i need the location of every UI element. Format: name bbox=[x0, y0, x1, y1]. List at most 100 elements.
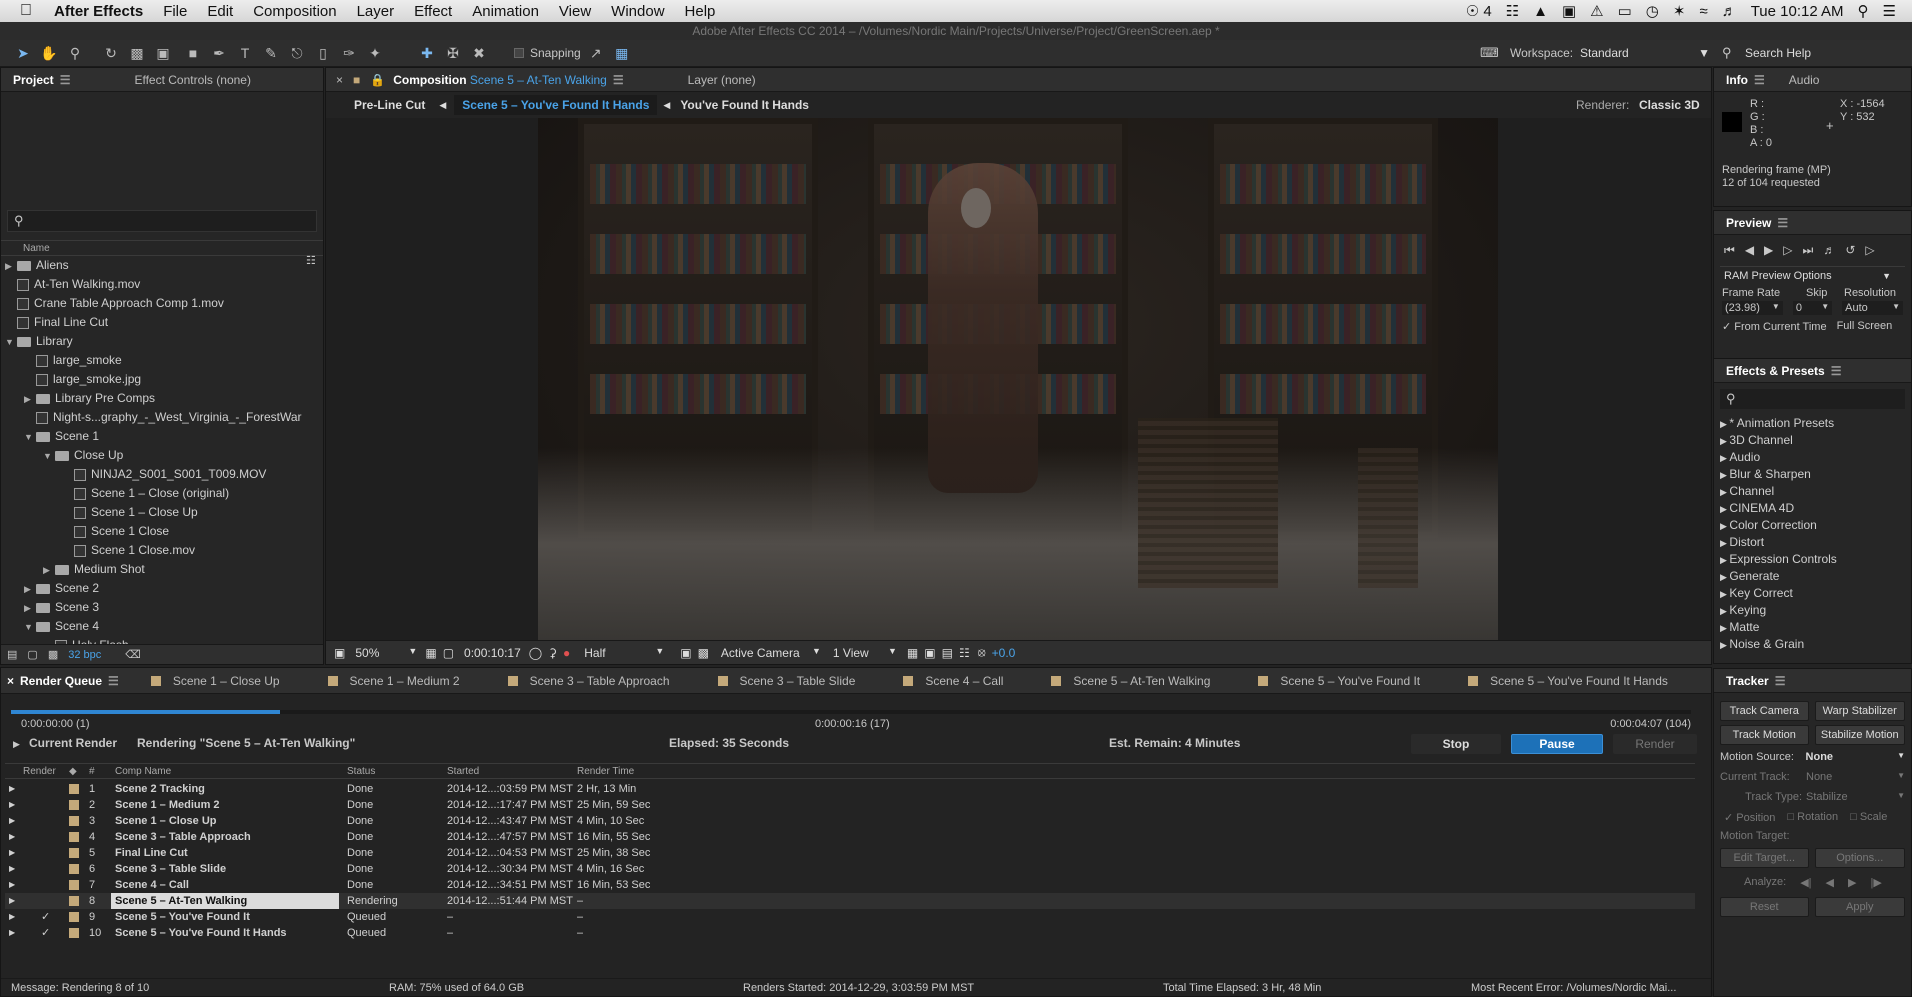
warning-icon[interactable]: ⚠ bbox=[1590, 2, 1603, 20]
tab-effects-presets[interactable]: Effects & Presets ☰ bbox=[1714, 359, 1853, 383]
brush-tool-icon[interactable]: ✎ bbox=[260, 43, 282, 63]
effects-category[interactable]: ▶ Generate bbox=[1720, 568, 1911, 585]
local-axis-icon[interactable]: ✚ bbox=[416, 43, 438, 63]
render-checkbox[interactable]: ✓ bbox=[41, 925, 50, 941]
tab-timeline[interactable]: Scene 5 – At-Ten Walking bbox=[1029, 669, 1236, 693]
expand-arrow-icon[interactable]: ▶ bbox=[1720, 470, 1729, 480]
project-item[interactable]: Scene 1 Close bbox=[5, 522, 323, 541]
expand-arrow-icon[interactable]: ▶ bbox=[1720, 555, 1729, 565]
close-icon[interactable]: × bbox=[7, 674, 14, 688]
effects-category[interactable]: ▶ Expression Controls bbox=[1720, 551, 1911, 568]
tab-audio[interactable]: Audio bbox=[1777, 68, 1832, 92]
menu-view[interactable]: View bbox=[549, 3, 601, 20]
footer-recent-error[interactable]: Most Recent Error: /Volumes/Nordic Mai..… bbox=[1471, 982, 1707, 994]
mute-icon[interactable]: ♬ bbox=[1823, 243, 1835, 258]
expand-arrow-icon[interactable]: ▶ bbox=[1720, 640, 1729, 650]
render-queue-row[interactable]: ▶ 3 Scene 1 – Close Up Done 2014-12...:43:47… bbox=[5, 813, 1695, 829]
tab-timeline[interactable]: Scene 3 – Table Approach bbox=[486, 669, 696, 693]
resolution-select[interactable]: Half ▼ bbox=[584, 646, 664, 660]
expand-arrow-icon[interactable]: ▶ bbox=[1720, 487, 1729, 497]
project-item[interactable]: Crane Table Approach Comp 1.mov bbox=[5, 294, 323, 313]
project-item[interactable]: ▶ Scene 2 bbox=[5, 579, 323, 598]
options-button[interactable]: Options... bbox=[1814, 848, 1905, 868]
menu-animation[interactable]: Animation bbox=[462, 3, 549, 20]
project-item[interactable]: large_smoke bbox=[5, 351, 323, 370]
selection-tool-icon[interactable]: ➤ bbox=[12, 43, 34, 63]
bluetooth-icon[interactable]: ✶ bbox=[1673, 2, 1686, 20]
effects-category[interactable]: ▶ Distort bbox=[1720, 534, 1911, 551]
view-axis-icon[interactable]: ✖ bbox=[468, 43, 490, 63]
toggle-pixel-aspect-icon[interactable]: ▦ bbox=[907, 646, 918, 660]
expand-arrow-icon[interactable]: ▶ bbox=[9, 845, 15, 861]
play-icon[interactable]: ▶ bbox=[1764, 243, 1773, 258]
tab-timeline[interactable]: Scene 4 – Call bbox=[881, 669, 1029, 693]
ram-preview-icon[interactable]: ▷ bbox=[1865, 243, 1874, 258]
position-checkbox[interactable]: ✓ Position bbox=[1724, 811, 1775, 824]
app-menu[interactable]: After Effects bbox=[44, 3, 153, 20]
menu-help[interactable]: Help bbox=[675, 3, 726, 20]
render-queue-row[interactable]: ▶ ✓ 10 Scene 5 – You've Found It Hands Queue… bbox=[5, 925, 1695, 941]
flowchart-icon[interactable]: ☷ bbox=[306, 254, 316, 267]
effects-category[interactable]: ▶ Noise & Grain bbox=[1720, 636, 1911, 653]
tab-render-queue[interactable]: × Render Queue ☰ bbox=[1, 669, 129, 693]
project-item[interactable]: At-Ten Walking.mov bbox=[5, 275, 323, 294]
expand-arrow-icon[interactable]: ▶ bbox=[9, 861, 15, 877]
expand-arrow-icon[interactable]: ▼ bbox=[24, 428, 36, 447]
col-render[interactable]: Render bbox=[23, 764, 56, 779]
expand-arrow-icon[interactable]: ▶ bbox=[1720, 589, 1729, 599]
menu-composition[interactable]: Composition bbox=[243, 3, 346, 20]
analyze-backward-icon[interactable]: ◀ bbox=[1826, 876, 1834, 889]
expand-arrow-icon[interactable]: ▶ bbox=[9, 829, 15, 845]
workspace-select[interactable]: Standard ▼ bbox=[1580, 46, 1710, 60]
col-comp-name[interactable]: Comp Name bbox=[115, 764, 171, 779]
current-track-select[interactable]: None ▼ bbox=[1806, 771, 1905, 783]
loop-icon[interactable]: ↺ bbox=[1845, 243, 1855, 258]
apple-icon[interactable]:  bbox=[0, 2, 44, 20]
expand-arrow-icon[interactable]: ▶ bbox=[1720, 623, 1729, 633]
effects-category[interactable]: ▶ Key Correct bbox=[1720, 585, 1911, 602]
panel-menu-icon[interactable]: ☰ bbox=[60, 73, 71, 87]
expand-arrow-icon[interactable]: ▶ bbox=[9, 877, 15, 893]
motion-source-select[interactable]: None ▼ bbox=[1806, 751, 1905, 763]
resolution-select[interactable]: Auto ▼ bbox=[1842, 301, 1903, 315]
project-item[interactable]: Scene 1 – Close (original) bbox=[5, 484, 323, 503]
renderer-value[interactable]: Classic 3D bbox=[1639, 98, 1700, 112]
effects-category[interactable]: ▶ 3D Channel bbox=[1720, 432, 1911, 449]
expand-arrow-icon[interactable]: ▶ bbox=[9, 781, 15, 797]
project-item[interactable]: ▼ Library bbox=[5, 332, 323, 351]
expand-arrow-icon[interactable]: ▶ bbox=[1720, 436, 1729, 446]
project-item[interactable]: ▶ Aliens bbox=[5, 256, 323, 275]
expand-arrow-icon[interactable]: ▶ bbox=[13, 739, 20, 749]
tab-project[interactable]: Project ☰ bbox=[1, 68, 82, 92]
hand-tool-icon[interactable]: ✋ bbox=[38, 43, 60, 63]
project-item[interactable]: ▶ Scene 3 bbox=[5, 598, 323, 617]
render-queue-row[interactable]: ▶ 2 Scene 1 – Medium 2 Done 2014-12...:17:47… bbox=[5, 797, 1695, 813]
expand-arrow-icon[interactable]: ▶ bbox=[9, 925, 15, 941]
render-checkbox[interactable]: ✓ bbox=[41, 909, 50, 925]
analyze-forward-icon[interactable]: ▶ bbox=[1848, 876, 1856, 889]
expand-arrow-icon[interactable]: ▶ bbox=[24, 580, 36, 599]
next-frame-icon[interactable]: ▷ bbox=[1783, 243, 1792, 258]
apply-button[interactable]: Apply bbox=[1814, 897, 1905, 917]
menu-layer[interactable]: Layer bbox=[347, 3, 405, 20]
toggle-viewer-lock-icon[interactable]: ▣ bbox=[924, 646, 935, 660]
menu-file[interactable]: File bbox=[153, 3, 197, 20]
project-item[interactable]: ▶ Medium Shot bbox=[5, 560, 323, 579]
panel-menu-icon[interactable]: ☰ bbox=[1777, 216, 1788, 230]
expand-arrow-icon[interactable]: ▶ bbox=[1720, 521, 1729, 531]
roto-brush-tool-icon[interactable]: ✑ bbox=[338, 43, 360, 63]
menu-window[interactable]: Window bbox=[601, 3, 674, 20]
stabilize-motion-button[interactable]: Stabilize Motion bbox=[1814, 725, 1905, 745]
analyze-forward-one-icon[interactable]: |▶ bbox=[1870, 876, 1881, 889]
skip-select[interactable]: 0 ▼ bbox=[1792, 301, 1833, 315]
effects-category[interactable]: ▶ Matte bbox=[1720, 619, 1911, 636]
mask-toggle-icon[interactable]: ▢ bbox=[443, 646, 454, 660]
panel-menu-icon[interactable]: ☰ bbox=[1831, 364, 1842, 378]
region-of-interest-icon[interactable]: ▣ bbox=[334, 646, 345, 660]
effects-search[interactable]: ⚲ bbox=[1720, 389, 1905, 409]
expand-arrow-icon[interactable]: ▶ bbox=[24, 390, 36, 409]
type-tool-icon[interactable]: T bbox=[234, 43, 256, 63]
expand-arrow-icon[interactable]: ▶ bbox=[1720, 453, 1729, 463]
eraser-tool-icon[interactable]: ▯ bbox=[312, 43, 334, 63]
timeline-icon[interactable]: ▤ bbox=[942, 646, 953, 660]
